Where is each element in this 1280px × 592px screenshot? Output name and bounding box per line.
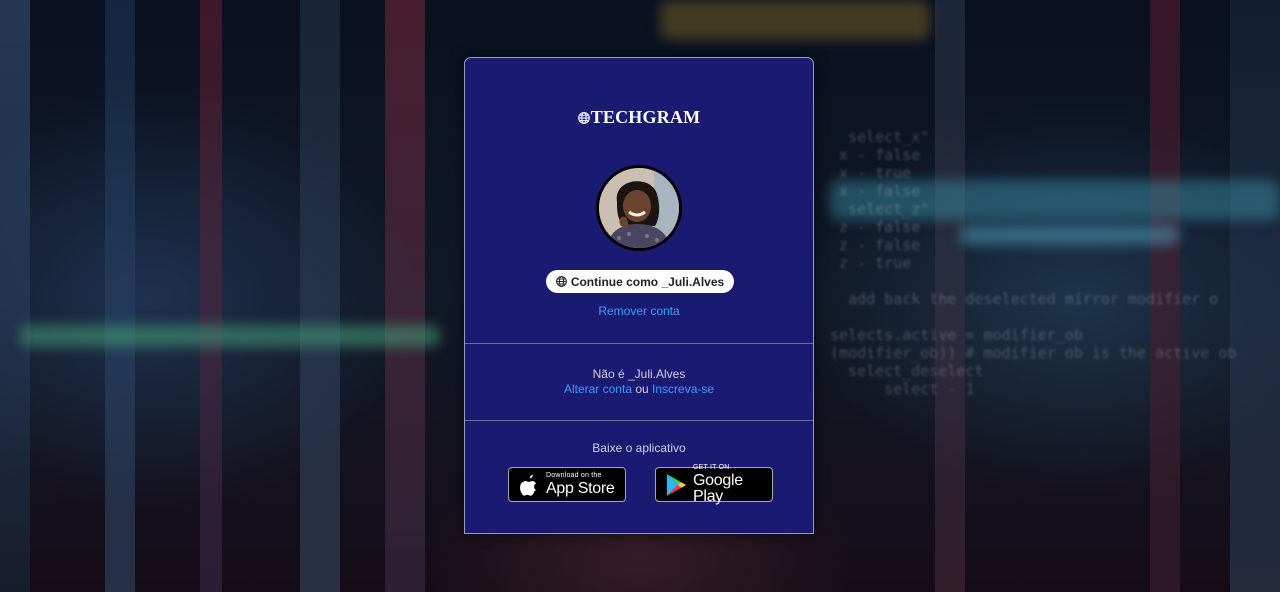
apple-icon xyxy=(520,474,537,496)
download-app-section: Baixe o aplicativo Download on the App S… xyxy=(465,420,813,533)
google-play-big: Google Play xyxy=(693,472,743,505)
remove-account-link[interactable]: Remover conta xyxy=(465,304,813,318)
app-store-text: Download on the App Store xyxy=(546,472,615,497)
profile-section: TECHGRAM Continue como _Juli.Alves Remov… xyxy=(465,58,813,344)
bg-code: select_x" x - false x - true x - false s… xyxy=(830,128,1237,398)
switch-account-line: Alterar conta ou Inscreva-se xyxy=(465,382,813,396)
google-play-icon xyxy=(666,473,686,496)
continue-as-button[interactable]: Continue como _Juli.Alves xyxy=(546,270,734,293)
download-heading: Baixe o aplicativo xyxy=(592,441,686,455)
bg-glow xyxy=(660,0,930,40)
google-play-text: GET IT ON Google Play xyxy=(693,464,772,505)
login-card: TECHGRAM Continue como _Juli.Alves Remov… xyxy=(464,57,814,534)
not-you-text: Não é _Juli.Alves xyxy=(592,367,686,381)
app-store-big: App Store xyxy=(546,480,615,497)
bg-stripe xyxy=(105,0,135,592)
google-play-small: GET IT ON xyxy=(693,464,730,471)
globe-icon xyxy=(555,276,567,287)
bg-stripe xyxy=(1230,0,1280,592)
continue-as-label: Continue como _Juli.Alves xyxy=(570,274,725,289)
or-text: ou xyxy=(632,382,653,396)
brand-name: TECHGRAM xyxy=(590,107,701,127)
globe-icon xyxy=(577,112,590,124)
bg-stripe xyxy=(200,0,222,592)
app-store-small: Download on the xyxy=(546,472,602,479)
bg-stripe xyxy=(385,0,425,592)
brand-logo: TECHGRAM xyxy=(465,107,813,128)
avatar-photo xyxy=(599,168,679,248)
app-store-badge[interactable]: Download on the App Store xyxy=(508,467,626,502)
signup-link[interactable]: Inscreva-se xyxy=(652,382,714,396)
google-play-badge[interactable]: GET IT ON Google Play xyxy=(655,464,773,505)
bg-glow xyxy=(20,325,440,347)
avatar xyxy=(596,165,682,251)
bg-stripe xyxy=(300,0,340,592)
bg-stripe xyxy=(0,0,30,592)
switch-account-section: Não é _Juli.Alves Alterar conta ou Inscr… xyxy=(465,343,813,421)
switch-account-link[interactable]: Alterar conta xyxy=(564,382,632,396)
